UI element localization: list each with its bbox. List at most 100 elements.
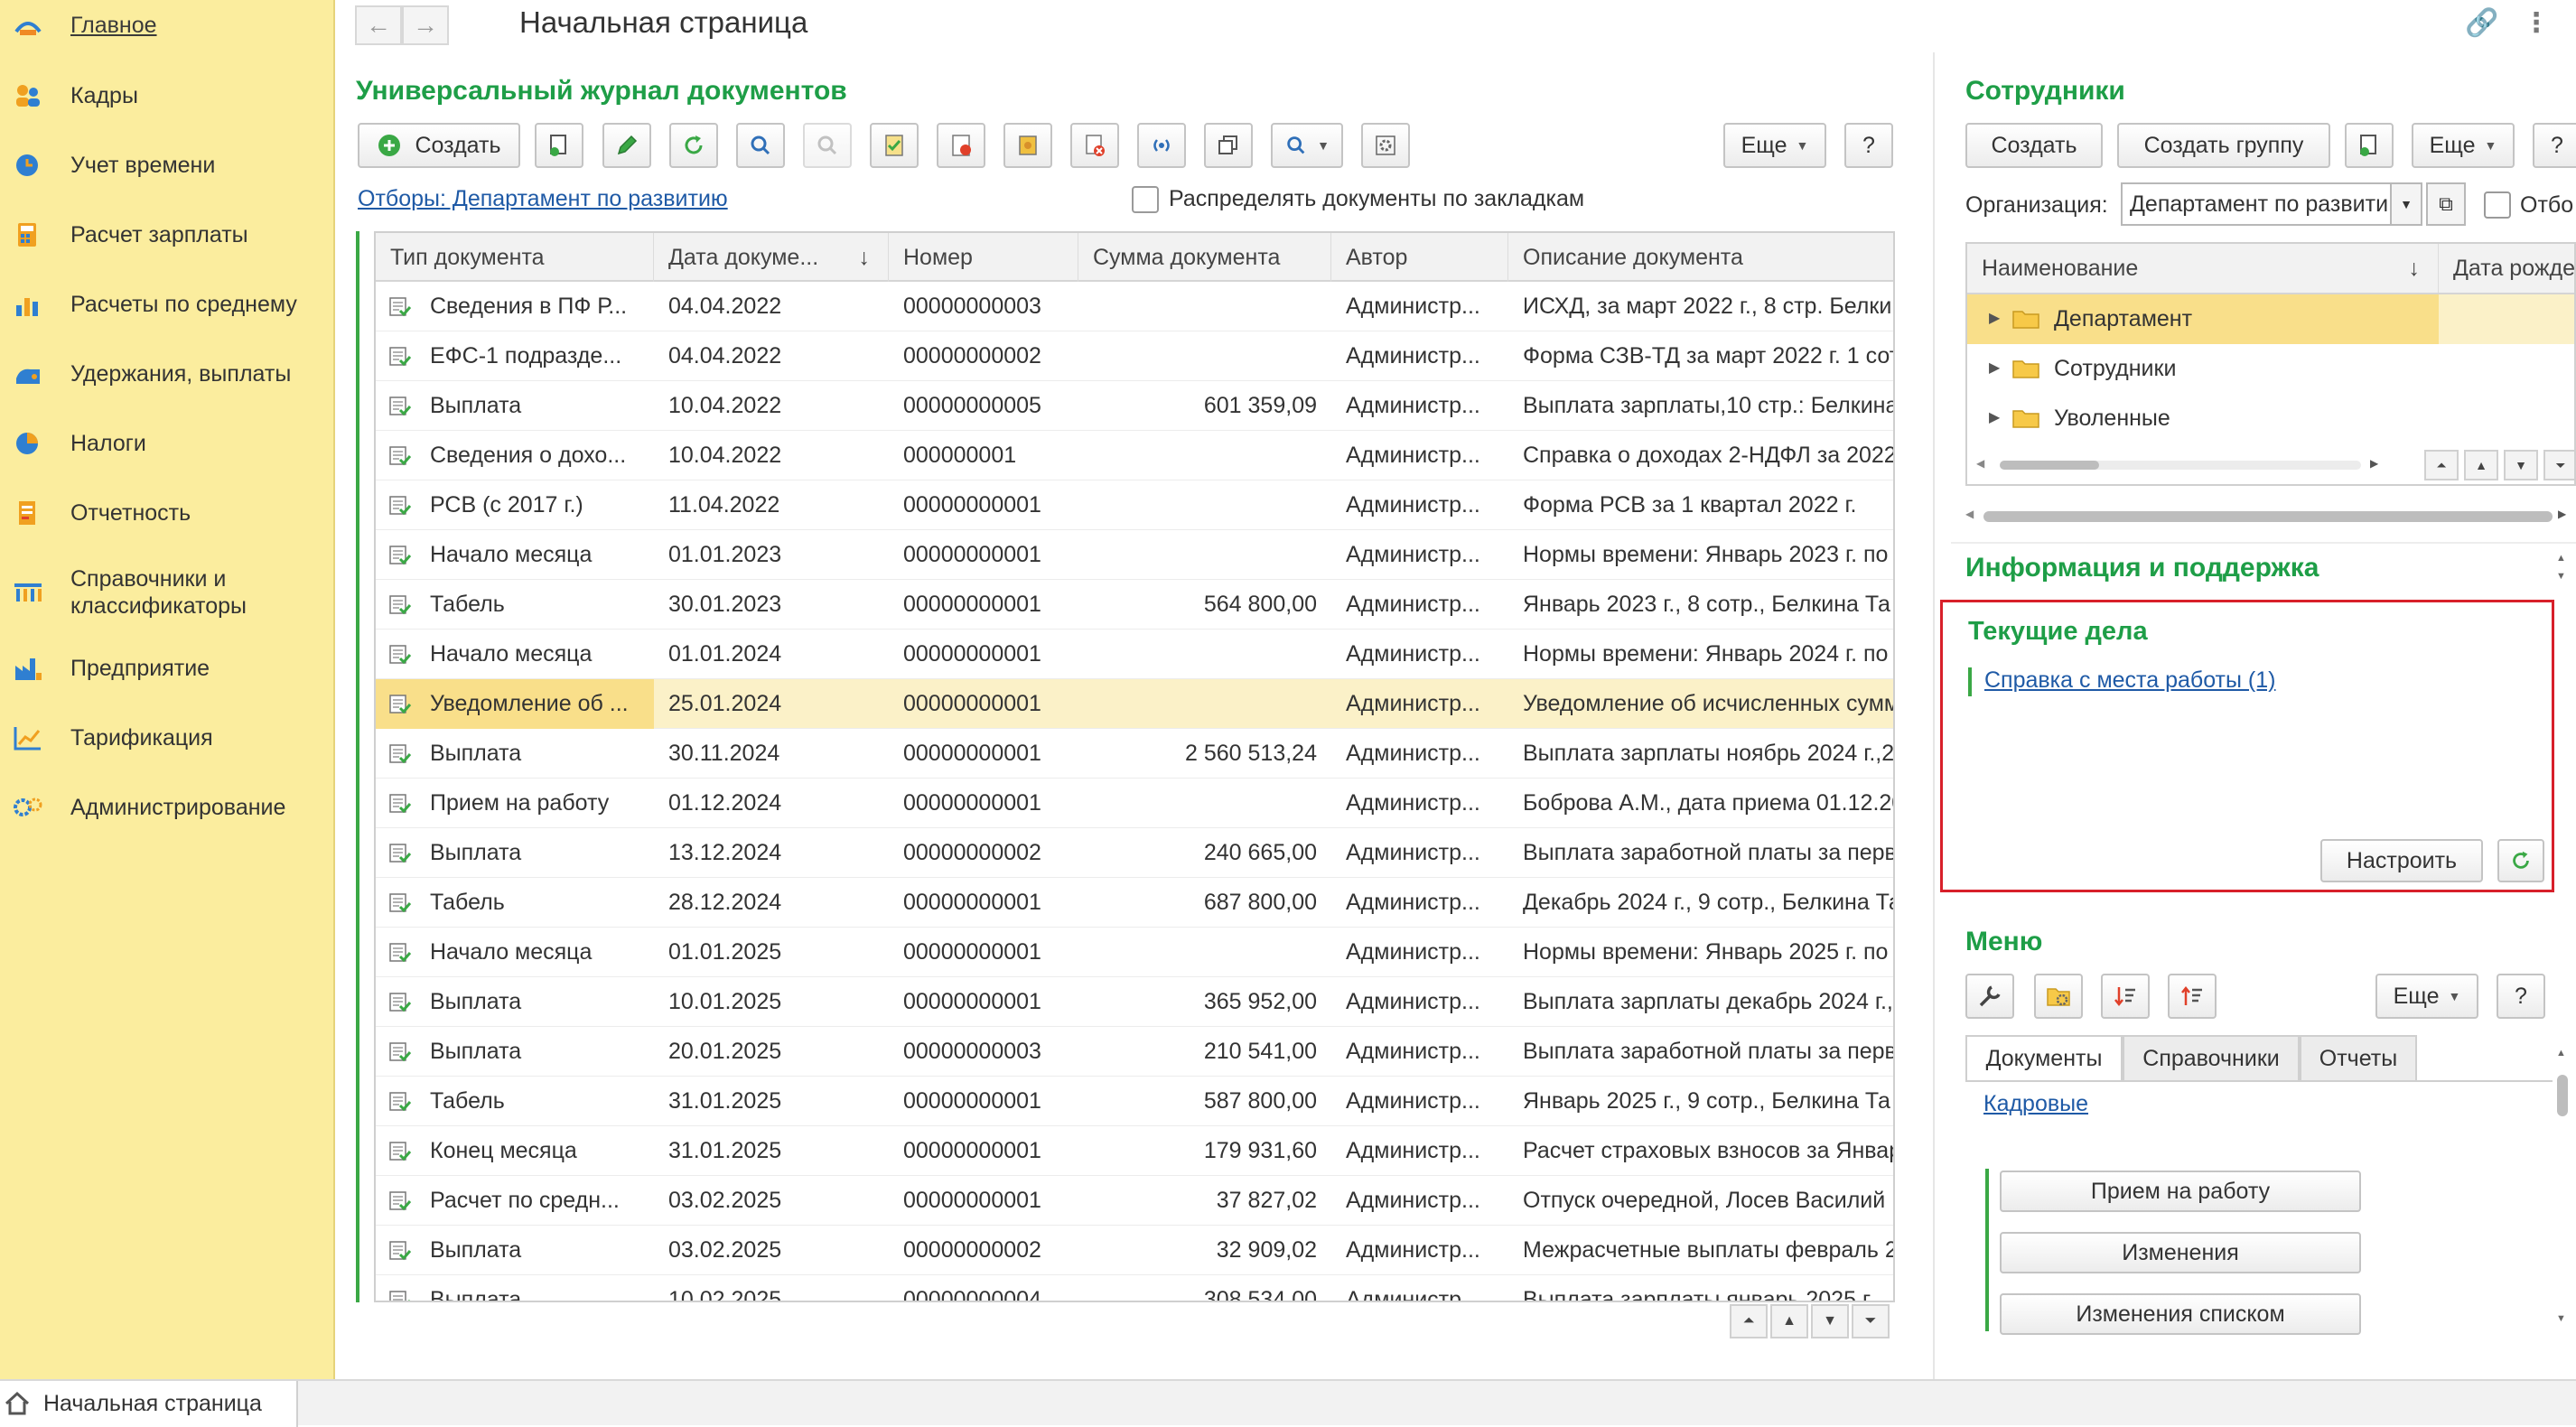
link-icon[interactable]: 🔗 (2465, 7, 2498, 39)
sidebar-item-main[interactable]: Главное (0, 9, 335, 42)
scroll-left-icon[interactable]: ◀ (1976, 457, 1984, 470)
table-row[interactable]: Выплата 10.02.2025 00000000004 308 534,00 Ад… (376, 1275, 1893, 1301)
copy-document-button[interactable] (535, 123, 583, 168)
right-panel-scrollbar[interactable]: ▲ ▼ (2554, 553, 2571, 589)
menu-more-button[interactable]: Еще ▼ (2375, 974, 2478, 1019)
sidebar-item-personnel[interactable]: Кадры (0, 79, 335, 112)
unpost-button[interactable] (937, 123, 985, 168)
column-header-name[interactable]: Наименование ↓ (1967, 244, 2439, 293)
table-row[interactable]: Прием на работу 01.12.2024 00000000001 Адми… (376, 779, 1893, 828)
column-header-date[interactable]: Дата докуме... ↓ (654, 233, 889, 282)
sidebar-item-deductions[interactable]: Удержания, выплаты (0, 358, 335, 390)
column-header-birthdate[interactable]: Дата рожде (2439, 244, 2574, 293)
tasks-refresh-button[interactable] (2497, 839, 2544, 882)
windows-button[interactable] (1204, 123, 1253, 168)
table-row[interactable]: Выплата 20.01.2025 00000000003 210 541,00 Ад… (376, 1027, 1893, 1077)
employees-table[interactable]: Наименование ↓ Дата рожде ▶ Департамент … (1965, 242, 2576, 486)
table-row[interactable]: Табель 30.01.2023 00000000001 564 800,00 Адм… (376, 580, 1893, 630)
sidebar-item-reporting[interactable]: Отчетность (0, 497, 335, 529)
scroll-down-icon[interactable]: ▼ (2556, 1313, 2566, 1324)
bottom-tab-home[interactable]: Начальная страница (0, 1381, 298, 1427)
distribute-checkbox[interactable] (1132, 186, 1159, 213)
scrollbar-thumb[interactable] (2557, 1075, 2568, 1116)
column-header-author[interactable]: Автор (1331, 233, 1508, 282)
table-row[interactable]: Выплата 10.04.2022 00000000005 601 359,09 Ад… (376, 381, 1893, 431)
table-row[interactable]: РСВ (с 2017 г.) 11.04.2022 00000000001 Адми… (376, 480, 1893, 530)
sidebar-item-enterprise[interactable]: Предприятие (0, 652, 335, 685)
scroll-left-icon[interactable]: ◀ (1965, 508, 1974, 520)
emp-scroll-top-button[interactable]: ⏶ (2424, 450, 2459, 480)
menu-help-button[interactable]: ? (2497, 974, 2545, 1019)
expand-arrow-icon[interactable]: ▶ (1989, 309, 2000, 327)
find-dropdown-button[interactable]: ▼ (1271, 123, 1343, 168)
scroll-down-icon[interactable]: ▼ (2556, 571, 2566, 582)
menu-sort-button[interactable] (2101, 974, 2150, 1019)
create-document-button[interactable]: Создать (358, 123, 520, 168)
table-row[interactable]: Начало месяца 01.01.2025 00000000001 Админи… (376, 928, 1893, 977)
employees-create-button[interactable]: Создать (1965, 123, 2103, 168)
table-row[interactable]: Выплата 03.02.2025 00000000002 32 909,02 Адм… (376, 1226, 1893, 1275)
bulk-changes-command-button[interactable]: Изменения списком (2000, 1293, 2361, 1335)
table-row[interactable]: Табель 28.12.2024 00000000001 687 800,00 Адм… (376, 878, 1893, 928)
cancel-search-button[interactable] (803, 123, 852, 168)
configure-button[interactable]: Настроить (2320, 839, 2483, 882)
employees-copy-button[interactable] (2345, 123, 2394, 168)
table-row[interactable]: Начало месяца 01.01.2024 00000000001 Админи… (376, 630, 1893, 679)
organization-field[interactable]: Департамент по развити (2121, 182, 2408, 226)
more-icon[interactable]: ⋮ (2523, 7, 2550, 39)
emp-scroll-up-button[interactable]: ▲ (2464, 450, 2498, 480)
structure-button[interactable] (1003, 123, 1052, 168)
tree-row-employees[interactable]: ▶ Сотрудники (1967, 344, 2574, 394)
table-row[interactable]: Расчет по средн... 03.02.2025 00000000001 3… (376, 1176, 1893, 1226)
employees-more-button[interactable]: Еще ▼ (2412, 123, 2515, 168)
journal-more-button[interactable]: Еще ▼ (1723, 123, 1826, 168)
expand-arrow-icon[interactable]: ▶ (1989, 408, 2000, 426)
organization-dropdown-button[interactable]: ▼ (2390, 182, 2422, 226)
column-header-number[interactable]: Номер (889, 233, 1078, 282)
column-header-description[interactable]: Описание документа (1508, 233, 1893, 282)
create-group-button[interactable]: Создать группу (2117, 123, 2330, 168)
tree-row-department[interactable]: ▶ Департамент (1967, 294, 2439, 344)
menu-folder-settings-button[interactable] (2034, 974, 2083, 1019)
sidebar-item-time-tracking[interactable]: Учет времени (0, 149, 335, 182)
scroll-down-button[interactable]: ▼ (1811, 1304, 1849, 1338)
forward-button[interactable]: → (402, 5, 449, 45)
scroll-up-button[interactable]: ▲ (1770, 1304, 1808, 1338)
panel-horizontal-scrollbar[interactable]: ◀ ▶ (1965, 508, 2571, 526)
journal-help-button[interactable]: ? (1844, 123, 1893, 168)
scroll-bottom-button[interactable]: ⏷ (1852, 1304, 1890, 1338)
column-header-amount[interactable]: Сумма документа (1078, 233, 1331, 282)
menu-order-button[interactable] (2168, 974, 2217, 1019)
menu-vertical-scrollbar[interactable]: ▲ ▼ (2554, 1048, 2571, 1331)
scroll-top-button[interactable]: ⏶ (1730, 1304, 1768, 1338)
documents-table[interactable]: Тип документа Дата докуме... ↓ Номер Сум… (374, 231, 1895, 1302)
work-certificate-link[interactable]: Справка с места работы (1) (1984, 667, 2275, 694)
table-row[interactable]: Сведения в ПФ Р... 04.04.2022 00000000003 А… (376, 282, 1893, 331)
refresh-button[interactable] (669, 123, 718, 168)
edit-button[interactable] (602, 123, 651, 168)
sidebar-item-administration[interactable]: Администрирование (0, 791, 335, 824)
scroll-up-icon[interactable]: ▲ (2556, 553, 2566, 564)
menu-tools-button[interactable] (1965, 974, 2014, 1019)
emp-scroll-down-button[interactable]: ▼ (2504, 450, 2538, 480)
changes-command-button[interactable]: Изменения (2000, 1232, 2361, 1273)
organization-open-button[interactable]: ⧉ (2426, 182, 2466, 226)
table-row[interactable]: Выплата 10.01.2025 00000000001 365 952,00 Ад… (376, 977, 1893, 1027)
table-row[interactable]: Табель 31.01.2025 00000000001 587 800,00 Адм… (376, 1077, 1893, 1126)
tab-documents[interactable]: Документы (1965, 1035, 2123, 1080)
table-row[interactable]: Уведомление об ... 25.01.2024 00000000001 А… (376, 679, 1893, 729)
emp-scroll-bottom-button[interactable]: ⏷ (2543, 450, 2574, 480)
exchange-button[interactable] (1137, 123, 1186, 168)
sidebar-item-average-calc[interactable]: Расчеты по среднему (0, 288, 335, 321)
scroll-right-icon[interactable]: ▶ (2370, 457, 2378, 470)
search-button[interactable] (736, 123, 785, 168)
tab-reports[interactable]: Отчеты (2300, 1035, 2417, 1080)
post-button[interactable] (870, 123, 919, 168)
table-row[interactable]: Сведения о дохо... 10.04.2022 000000001 Адм… (376, 431, 1893, 480)
table-row[interactable]: Выплата 30.11.2024 00000000001 2 560 513,24… (376, 729, 1893, 779)
tree-row-dismissed[interactable]: ▶ Уволенные (1967, 394, 2574, 443)
scrollbar-thumb[interactable] (2000, 461, 2099, 470)
table-row[interactable]: ЕФС-1 подразде... 04.04.2022 00000000002 Ад… (376, 331, 1893, 381)
column-header-type[interactable]: Тип документа (376, 233, 654, 282)
tab-catalogs[interactable]: Справочники (2123, 1035, 2300, 1080)
